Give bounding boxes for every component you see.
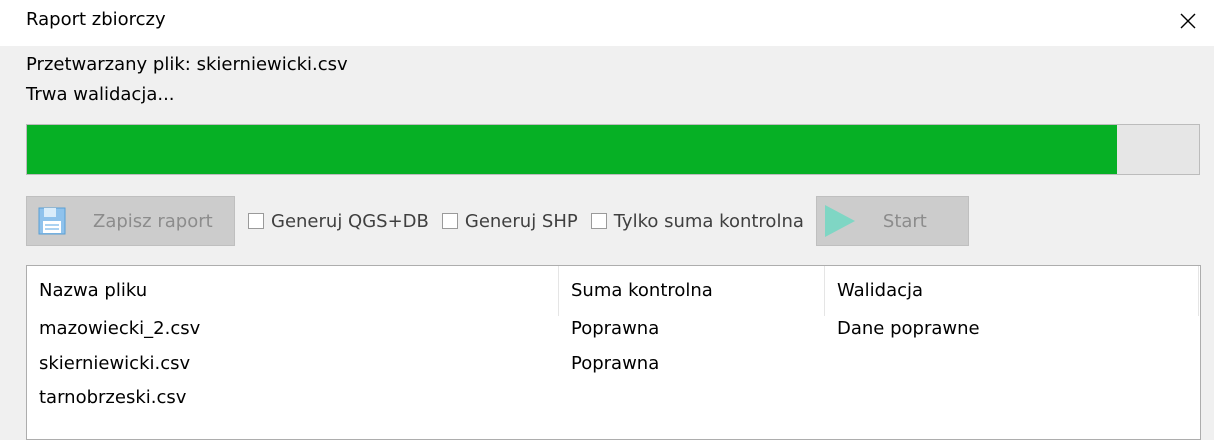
- cell-file-name: tarnobrzeski.csv: [39, 387, 187, 408]
- table-row[interactable]: mazowiecki_2.csv Poprawna Dane poprawne: [27, 314, 1199, 349]
- save-report-label: Zapisz raport: [93, 210, 213, 232]
- play-icon: [824, 205, 855, 237]
- processed-file-label: Przetwarzany plik: skierniewicki.csv: [26, 54, 348, 75]
- cell-checksum: Poprawna: [571, 318, 660, 339]
- start-button[interactable]: Start: [815, 196, 969, 246]
- generate-shp-label: Generuj SHP: [464, 210, 578, 232]
- column-header-file-name[interactable]: Nazwa pliku: [27, 266, 559, 316]
- column-header-checksum[interactable]: Suma kontrolna: [559, 266, 825, 316]
- toolbar: Zapisz raport Generuj QGS+DB Generuj SHP…: [26, 196, 969, 246]
- cell-file-name: skierniewicki.csv: [39, 353, 191, 374]
- close-icon: [1180, 13, 1196, 29]
- checkbox-box[interactable]: [441, 213, 458, 229]
- generate-qgs-db-checkbox[interactable]: Generuj QGS+DB: [248, 211, 429, 232]
- generate-qgs-db-label: Generuj QGS+DB: [271, 210, 429, 232]
- table-row[interactable]: tarnobrzeski.csv: [27, 383, 1199, 418]
- table-header: Nazwa pliku Suma kontrolna Walidacja: [27, 266, 1199, 316]
- checkbox-box[interactable]: [248, 213, 264, 229]
- status-text: Trwa walidacja...: [26, 84, 175, 105]
- checkbox-box[interactable]: [590, 213, 607, 229]
- close-button[interactable]: [1162, 0, 1214, 42]
- results-table[interactable]: Nazwa pliku Suma kontrolna Walidacja maz…: [26, 265, 1201, 440]
- cell-validation: Dane poprawne: [837, 318, 980, 339]
- title-bar: Raport zbiorczy: [0, 0, 1214, 46]
- table-row[interactable]: skierniewicki.csv Poprawna: [27, 349, 1199, 384]
- generate-shp-checkbox[interactable]: Generuj SHP: [441, 210, 578, 232]
- checksum-only-checkbox[interactable]: Tylko suma kontrolna: [590, 210, 804, 232]
- start-label: Start: [882, 210, 927, 232]
- cell-checksum: Poprawna: [571, 353, 660, 374]
- progress-bar-fill: [27, 125, 1117, 174]
- window-title: Raport zbiorczy: [26, 9, 166, 30]
- floppy-disk-icon: [38, 207, 66, 235]
- progress-bar: [26, 124, 1200, 175]
- column-header-validation[interactable]: Walidacja: [825, 266, 1199, 316]
- save-report-button[interactable]: Zapisz raport: [26, 196, 235, 246]
- checksum-only-label: Tylko suma kontrolna: [613, 210, 804, 232]
- cell-file-name: mazowiecki_2.csv: [39, 318, 201, 339]
